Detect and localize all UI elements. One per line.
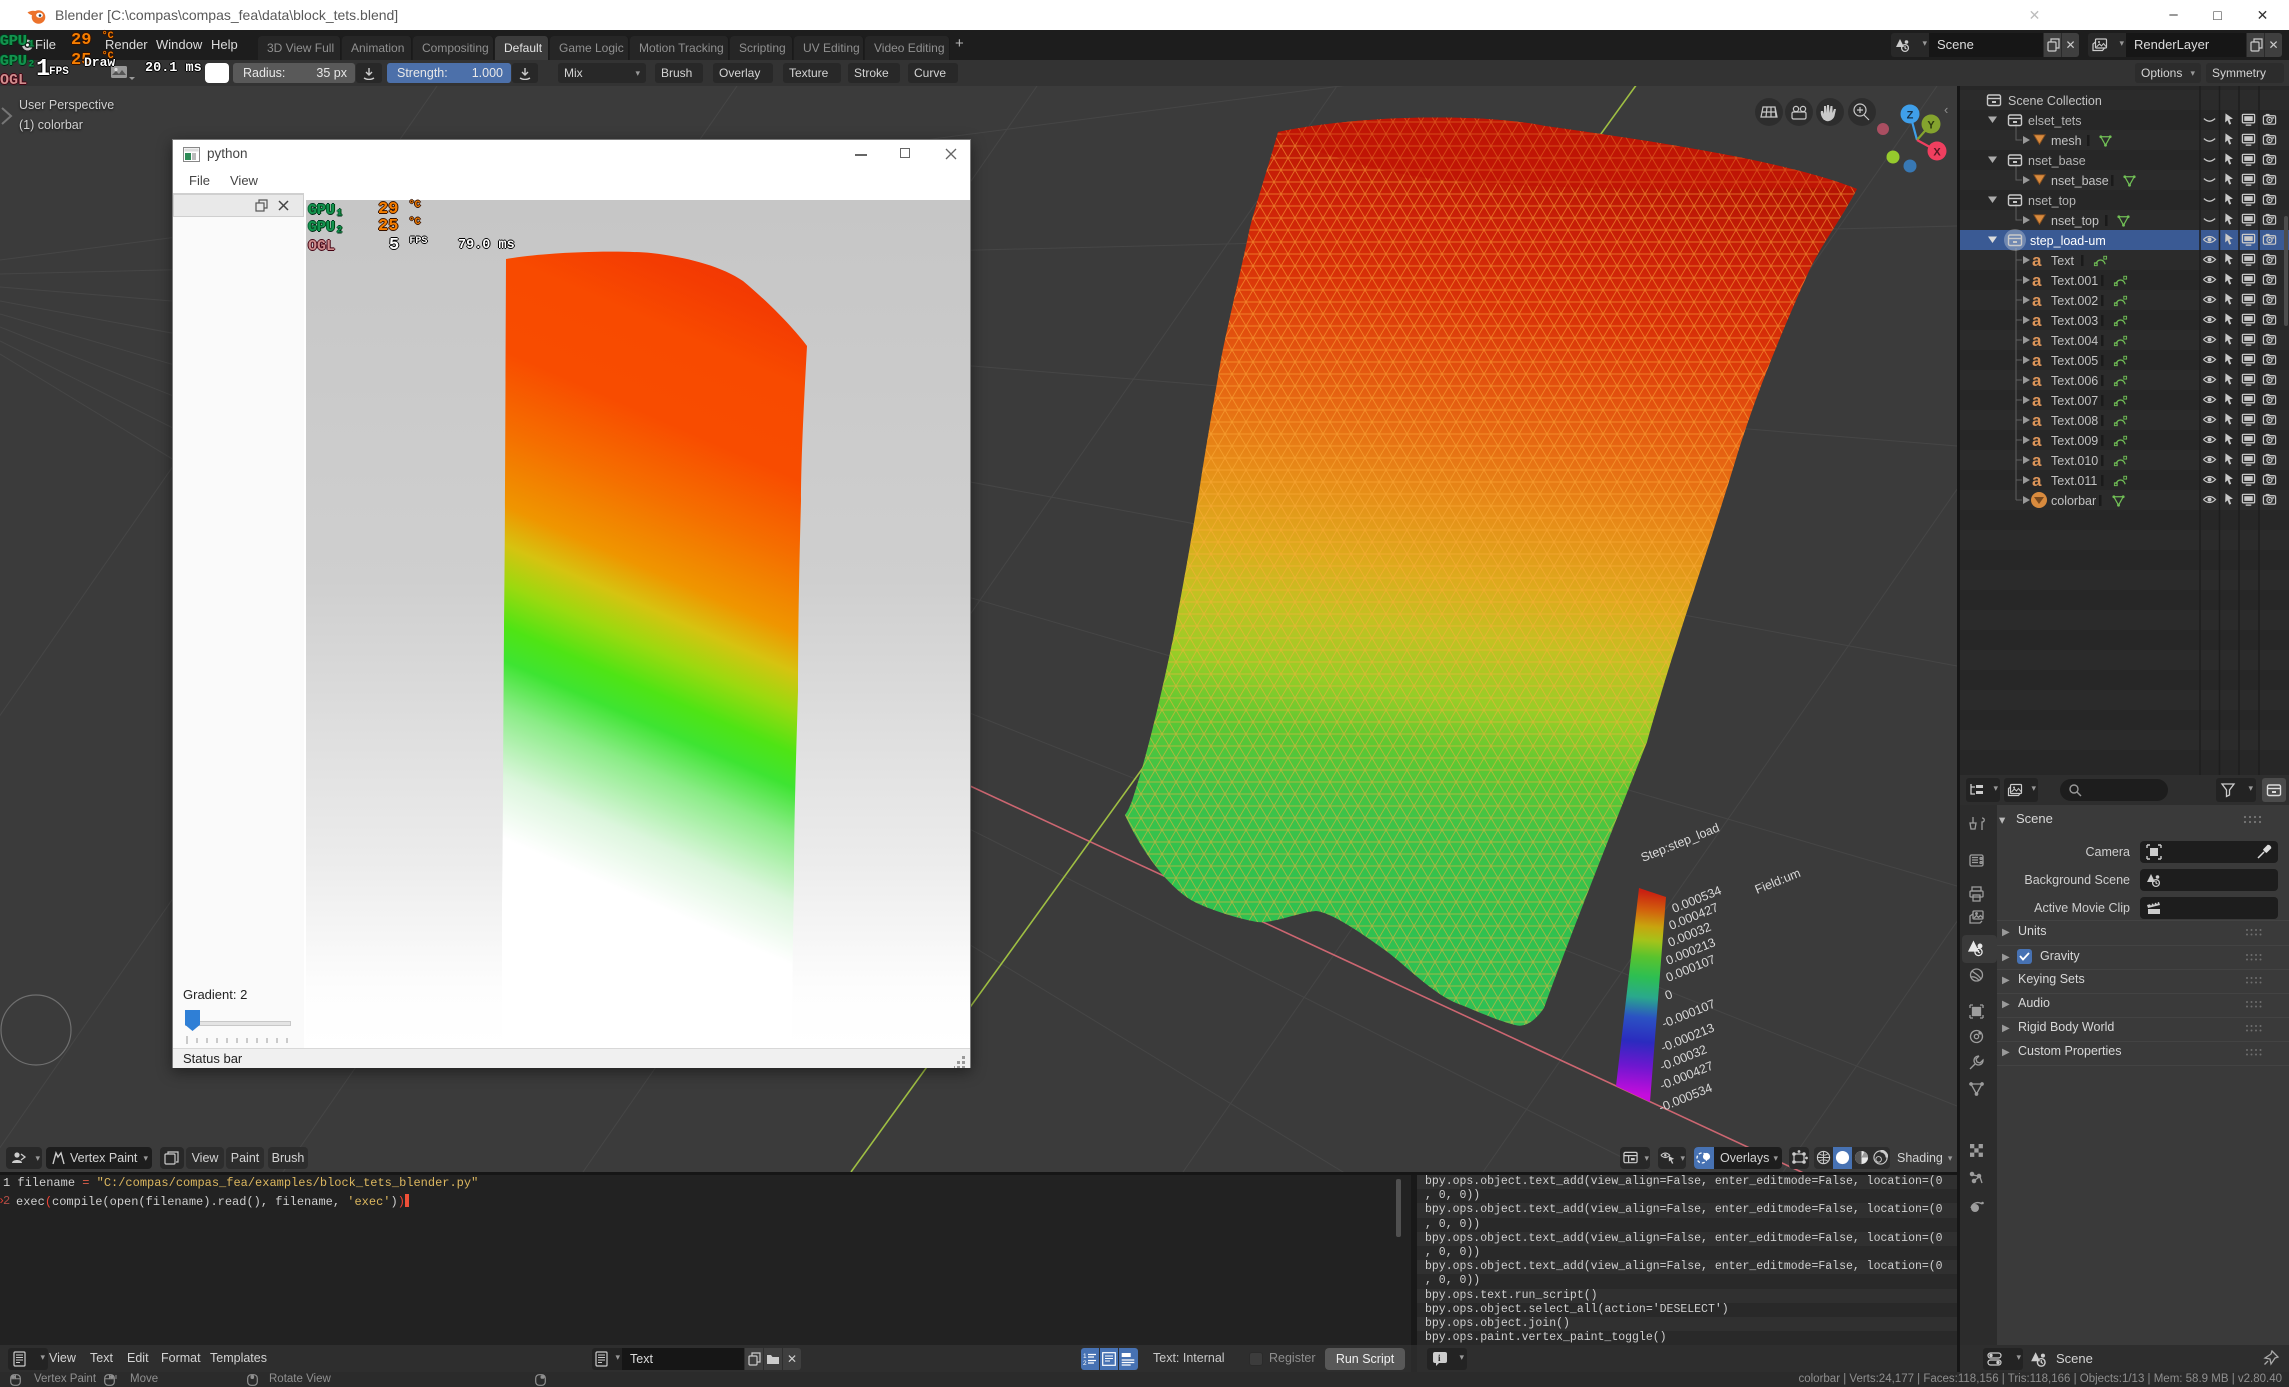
svg-text:nset_top: nset_top bbox=[2051, 214, 2099, 228]
svg-text:a: a bbox=[2032, 271, 2042, 290]
svg-text:a: a bbox=[2032, 371, 2042, 390]
svg-text:1: 1 bbox=[1083, 1353, 1087, 1360]
svg-text:Text.002: Text.002 bbox=[2051, 294, 2098, 308]
svg-text:mesh: mesh bbox=[2051, 134, 2082, 148]
svg-text:Y: Y bbox=[1927, 120, 1935, 132]
svg-text:Scene Collection: Scene Collection bbox=[2008, 94, 2102, 108]
svg-text:Text: Text bbox=[2051, 254, 2074, 268]
svg-text:nset_base: nset_base bbox=[2051, 174, 2109, 188]
svg-text:a: a bbox=[2032, 451, 2042, 470]
svg-text:Text.007: Text.007 bbox=[2051, 394, 2098, 408]
svg-text:a: a bbox=[2032, 471, 2042, 490]
svg-text:2: 2 bbox=[1083, 1360, 1087, 1366]
svg-text:nset_base: nset_base bbox=[2028, 154, 2086, 168]
svg-text:Text.011: Text.011 bbox=[2051, 474, 2097, 488]
svg-text:nset_top: nset_top bbox=[2028, 194, 2076, 208]
svg-text:Field:um: Field:um bbox=[1753, 866, 1803, 897]
svg-text:X: X bbox=[1933, 147, 1941, 159]
svg-text:Text.003: Text.003 bbox=[2051, 314, 2098, 328]
svg-text:‹: ‹ bbox=[1944, 102, 1948, 117]
svg-text:Text.001: Text.001 bbox=[2051, 274, 2098, 288]
svg-text:elset_tets: elset_tets bbox=[2028, 114, 2082, 128]
svg-text:Z: Z bbox=[1907, 110, 1914, 122]
svg-text:Text.006: Text.006 bbox=[2051, 374, 2098, 388]
svg-text:Text.005: Text.005 bbox=[2051, 354, 2098, 368]
svg-text:colorbar: colorbar bbox=[2051, 494, 2096, 508]
svg-text:a: a bbox=[2032, 431, 2042, 450]
svg-text:a: a bbox=[2032, 391, 2042, 410]
svg-text:a: a bbox=[2032, 311, 2042, 330]
svg-text:Text.010: Text.010 bbox=[2051, 454, 2098, 468]
svg-text:step_load-um: step_load-um bbox=[2030, 234, 2106, 248]
svg-text:Text.004: Text.004 bbox=[2051, 334, 2098, 348]
svg-text:a: a bbox=[2032, 351, 2042, 370]
svg-text:Text.008: Text.008 bbox=[2051, 414, 2098, 428]
svg-text:a: a bbox=[2032, 251, 2042, 270]
svg-text:Step:step_load: Step:step_load bbox=[1639, 821, 1722, 865]
svg-text:a: a bbox=[2032, 291, 2042, 310]
svg-text:a: a bbox=[2032, 411, 2042, 430]
svg-text:a: a bbox=[2032, 331, 2042, 350]
svg-text:Text.009: Text.009 bbox=[2051, 434, 2098, 448]
svg-text:0: 0 bbox=[1663, 987, 1675, 1003]
